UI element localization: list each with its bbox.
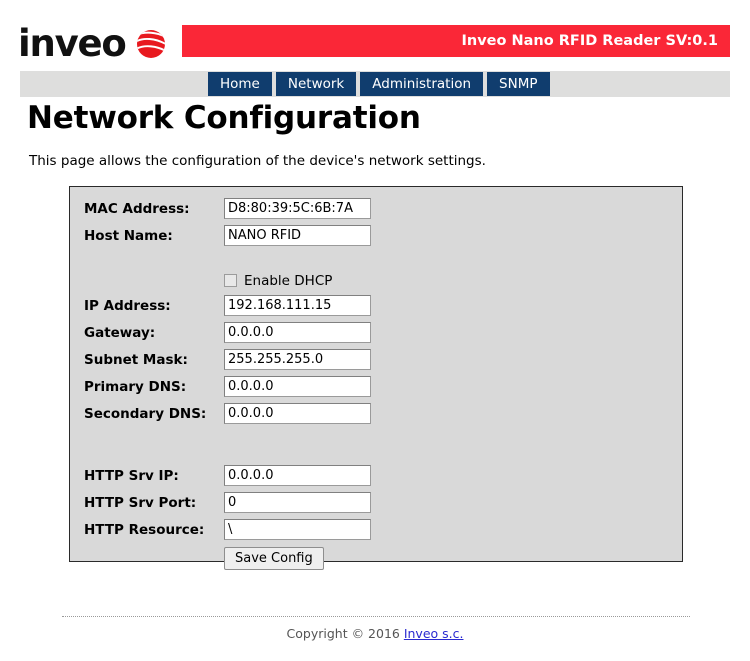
field-row-mac-address: MAC Address:: [84, 195, 371, 222]
ip-address-input[interactable]: [224, 295, 371, 316]
inveo-company-link[interactable]: Inveo s.c.: [404, 626, 464, 641]
page-header: inveo Inveo Nano RFID Reader SV:0.1: [0, 0, 750, 62]
field-row-host-name: Host Name:: [84, 222, 371, 249]
label-mac-address: MAC Address:: [84, 200, 190, 217]
field-row-http-srv-ip: HTTP Srv IP:: [84, 462, 371, 489]
field-row-http-srv-port: HTTP Srv Port:: [84, 489, 371, 516]
label-ip-address: IP Address:: [84, 297, 171, 314]
form-actions: Save Config: [84, 543, 371, 573]
primary-dns-input[interactable]: [224, 376, 371, 397]
label-host-name: Host Name:: [84, 227, 173, 244]
http-srv-ip-input[interactable]: [224, 465, 371, 486]
field-row-gateway: Gateway:: [84, 319, 371, 346]
label-http-resource: HTTP Resource:: [84, 521, 205, 538]
enable-dhcp-checkbox[interactable]: [224, 274, 237, 287]
save-config-button[interactable]: Save Config: [224, 546, 324, 570]
tab-administration[interactable]: Administration: [360, 72, 484, 96]
network-config-form: MAC Address: Host Name: Enable DHCP IP A…: [84, 195, 371, 573]
label-secondary-dns: Secondary DNS:: [84, 405, 207, 422]
tab-administration-label: Administration: [372, 76, 472, 92]
tab-snmp[interactable]: SNMP: [487, 72, 550, 96]
gateway-input[interactable]: [224, 322, 371, 343]
product-banner: Inveo Nano RFID Reader SV:0.1: [182, 25, 730, 57]
form-spacer-2: [84, 427, 371, 447]
main-navigation: Home Network Administration SNMP: [208, 72, 550, 96]
network-config-panel: MAC Address: Host Name: Enable DHCP IP A…: [69, 186, 683, 570]
field-row-http-resource: HTTP Resource:: [84, 516, 371, 543]
logo-wordmark: inveo: [18, 21, 127, 65]
tab-network-label: Network: [287, 76, 345, 92]
field-row-subnet-mask: Subnet Mask:: [84, 346, 371, 373]
mac-address-input[interactable]: [224, 198, 371, 219]
footer-divider: [62, 616, 690, 617]
label-http-srv-port: HTTP Srv Port:: [84, 494, 197, 511]
page-title: Network Configuration: [27, 100, 421, 136]
field-row-ip-address: IP Address:: [84, 292, 371, 319]
label-gateway: Gateway:: [84, 324, 156, 341]
tab-snmp-label: SNMP: [499, 76, 538, 92]
field-row-enable-dhcp: Enable DHCP: [84, 269, 371, 292]
http-resource-input[interactable]: [224, 519, 371, 540]
http-srv-port-input[interactable]: [224, 492, 371, 513]
label-enable-dhcp: Enable DHCP: [244, 272, 333, 289]
field-row-primary-dns: Primary DNS:: [84, 373, 371, 400]
form-spacer-3: [84, 447, 371, 462]
label-http-srv-ip: HTTP Srv IP:: [84, 467, 179, 484]
field-row-secondary-dns: Secondary DNS:: [84, 400, 371, 427]
product-banner-text: Inveo Nano RFID Reader SV:0.1: [461, 33, 718, 49]
host-name-input[interactable]: [224, 225, 371, 246]
footer: Copyright © 2016 Inveo s.c.: [0, 626, 750, 641]
subnet-mask-input[interactable]: [224, 349, 371, 370]
copyright-text: Copyright © 2016: [286, 626, 404, 641]
tab-home[interactable]: Home: [208, 72, 272, 96]
form-spacer-1: [84, 249, 371, 269]
tab-network[interactable]: Network: [275, 72, 357, 96]
tab-home-label: Home: [220, 76, 260, 92]
label-primary-dns: Primary DNS:: [84, 378, 187, 395]
inveo-globe-icon: [135, 28, 167, 60]
brand-logo: inveo: [18, 22, 167, 62]
label-subnet-mask: Subnet Mask:: [84, 351, 188, 368]
secondary-dns-input[interactable]: [224, 403, 371, 424]
page-description: This page allows the configuration of th…: [29, 153, 486, 169]
